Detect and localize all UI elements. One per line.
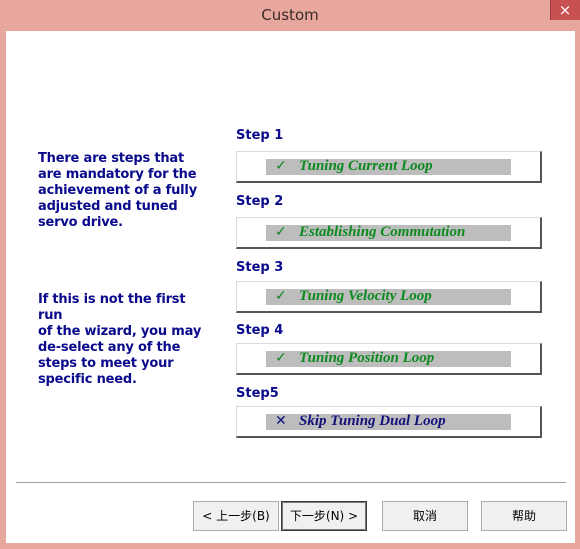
help-button[interactable]: 帮助 [481, 501, 567, 531]
intro-line: steps to meet your [38, 356, 174, 371]
check-icon: ✓ [275, 350, 287, 366]
step-4-button[interactable]: ✓ Tuning Position Loop [236, 343, 542, 375]
check-icon: ✓ [275, 288, 287, 304]
step-5-label: Step5 [236, 386, 279, 401]
intro-text-deselect: If this is not the first run of the wiza… [38, 292, 208, 388]
intro-text-mandatory: There are steps that are mandatory for t… [38, 151, 208, 231]
check-icon: ✓ [275, 158, 287, 174]
title-bar[interactable]: Custom [0, 0, 580, 30]
step-1-text: Tuning Current Loop [299, 158, 433, 174]
step-4-text: Tuning Position Loop [299, 350, 435, 366]
step-5-text: Skip Tuning Dual Loop [299, 413, 446, 429]
divider [16, 482, 566, 484]
intro-line: If this is not the first run [38, 292, 186, 323]
step-2-button[interactable]: ✓ Establishing Commutation [236, 217, 542, 249]
step-1-button[interactable]: ✓ Tuning Current Loop [236, 151, 542, 183]
close-button[interactable] [550, 0, 580, 20]
next-button[interactable]: 下一步(N) > [281, 501, 367, 531]
window-title: Custom [261, 6, 319, 24]
step-1-label: Step 1 [236, 128, 284, 143]
back-button[interactable]: < 上一步(B) [193, 501, 279, 531]
intro-line: There are steps that [38, 151, 185, 166]
check-icon: ✓ [275, 224, 287, 240]
step-2-label: Step 2 [236, 194, 284, 209]
intro-line: de-select any of the [38, 340, 181, 355]
step-4-label: Step 4 [236, 323, 284, 338]
intro-line: of the wizard, you may [38, 324, 202, 339]
step-5-button[interactable]: ✕ Skip Tuning Dual Loop [236, 406, 542, 438]
intro-line: adjusted and tuned [38, 199, 178, 214]
intro-line: servo drive. [38, 215, 123, 230]
cancel-button[interactable]: 取消 [382, 501, 468, 531]
wizard-panel: There are steps that are mandatory for t… [6, 31, 575, 543]
intro-line: specific need. [38, 372, 137, 387]
cross-icon: ✕ [275, 413, 287, 429]
intro-line: achievement of a fully [38, 183, 197, 198]
intro-line: are mandatory for the [38, 167, 197, 182]
step-3-text: Tuning Velocity Loop [299, 288, 432, 304]
step-2-text: Establishing Commutation [299, 224, 466, 240]
step-3-button[interactable]: ✓ Tuning Velocity Loop [236, 281, 542, 313]
step-3-label: Step 3 [236, 260, 284, 275]
